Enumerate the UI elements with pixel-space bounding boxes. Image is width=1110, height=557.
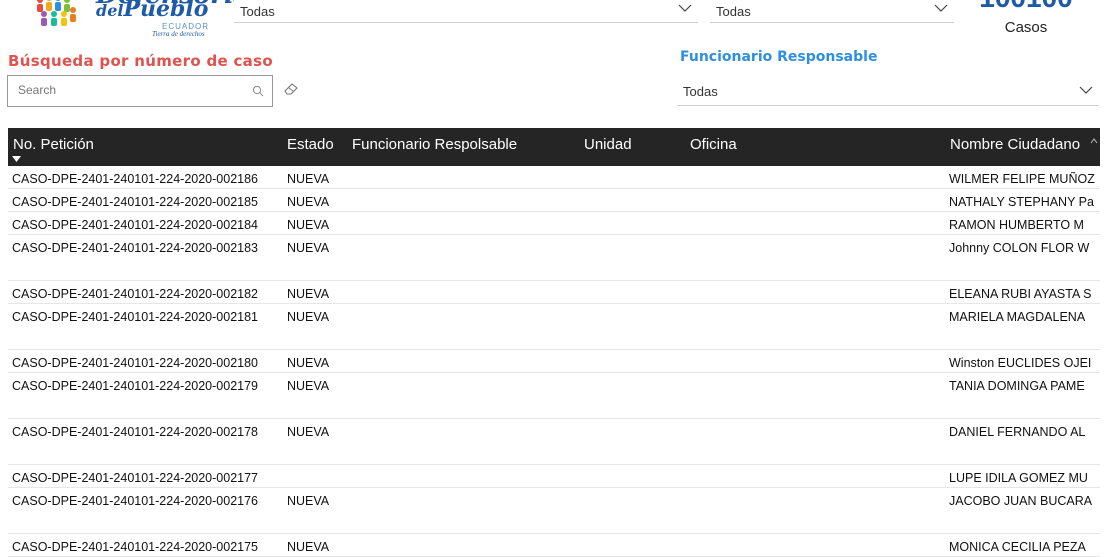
- cases-table: No. Petición Estado Funcionario Respolsa…: [8, 128, 1100, 557]
- search-input[interactable]: [16, 82, 240, 98]
- funcionario-title: Funcionario Responsable: [680, 49, 878, 65]
- chevron-down-icon: [678, 4, 692, 12]
- table-row[interactable]: CASO-DPE-2401-240101-224-2020-002184 NUEV…: [8, 212, 1100, 235]
- header-oficina[interactable]: Oficina: [690, 136, 737, 153]
- cell-estado: NUEVA: [287, 218, 330, 232]
- cell-ciudadano: ELEANA RUBI AYASTA S: [949, 287, 1092, 301]
- header-estado[interactable]: Estado: [287, 136, 334, 153]
- cell-peticion: CASO-DPE-2401-240101-224-2020-002177: [12, 471, 258, 485]
- cell-ciudadano: MONICA CECILIA PEZA: [949, 540, 1086, 554]
- case-count-label: Casos: [1004, 19, 1048, 36]
- filter-dropdown-1[interactable]: Todas: [234, 0, 698, 23]
- cell-estado: NUEVA: [287, 425, 330, 439]
- cell-ciudadano: DANIEL FERNANDO AL: [949, 425, 1086, 439]
- cell-peticion: CASO-DPE-2401-240101-224-2020-002186: [12, 172, 258, 186]
- cell-ciudadano: RAMON HUMBERTO M: [949, 218, 1084, 232]
- cell-ciudadano: Winston EUCLIDES OJEI: [949, 356, 1092, 370]
- filter-dropdown-2[interactable]: Todas: [710, 0, 954, 23]
- scroll-up-icon[interactable]: [1090, 138, 1098, 144]
- logo: Defensoría delPueblo ECUADOR Tierra de d…: [34, 0, 250, 46]
- eraser-icon[interactable]: [284, 83, 298, 95]
- table-header: No. Petición Estado Funcionario Respolsa…: [8, 128, 1100, 166]
- cell-ciudadano: LUPE IDILA GOMEZ MU: [949, 471, 1088, 485]
- cell-estado: NUEVA: [287, 356, 330, 370]
- table-row[interactable]: CASO-DPE-2401-240101-224-2020-002181 NUEV…: [8, 304, 1100, 350]
- cell-estado: NUEVA: [287, 241, 330, 255]
- filter-1-value: Todas: [240, 4, 275, 19]
- funcionario-value: Todas: [683, 84, 718, 99]
- cell-ciudadano: Johnny COLON FLOR W: [949, 241, 1090, 255]
- cell-ciudadano: JACOBO JUAN BUCARA: [949, 494, 1093, 508]
- cell-peticion: CASO-DPE-2401-240101-224-2020-002180: [12, 356, 258, 370]
- cell-estado: NUEVA: [287, 195, 330, 209]
- header-ciudadano[interactable]: Nombre Ciudadano: [950, 136, 1090, 153]
- table-row[interactable]: CASO-DPE-2401-240101-224-2020-002178 NUEV…: [8, 419, 1100, 465]
- chevron-down-icon: [934, 4, 948, 12]
- search-box[interactable]: [7, 75, 273, 107]
- table-row[interactable]: CASO-DPE-2401-240101-224-2020-002186 NUEV…: [8, 166, 1100, 189]
- cell-ciudadano: WILMER FELIPE MUÑOZ: [949, 172, 1095, 186]
- case-count-value: 100100: [976, 0, 1076, 14]
- cell-estado: NUEVA: [287, 287, 330, 301]
- cell-ciudadano: TANIA DOMINGA PAME: [949, 379, 1085, 393]
- cell-peticion: CASO-DPE-2401-240101-224-2020-002184: [12, 218, 258, 232]
- cell-peticion: CASO-DPE-2401-240101-224-2020-002178: [12, 425, 258, 439]
- cell-estado: NUEVA: [287, 540, 330, 554]
- logo-tagline: Tierra de derechos: [152, 30, 205, 38]
- cell-estado: NUEVA: [287, 379, 330, 393]
- cell-peticion: CASO-DPE-2401-240101-224-2020-002179: [12, 379, 258, 393]
- cell-peticion: CASO-DPE-2401-240101-224-2020-002175: [12, 540, 258, 554]
- sort-down-icon[interactable]: [12, 156, 21, 162]
- header-peticion[interactable]: No. Petición: [13, 136, 94, 153]
- table-row[interactable]: CASO-DPE-2401-240101-224-2020-002175 NUEV…: [8, 534, 1100, 557]
- cell-estado: NUEVA: [287, 310, 330, 324]
- cell-ciudadano: NATHALY STEPHANY Pa: [949, 195, 1094, 209]
- header-unidad[interactable]: Unidad: [584, 136, 632, 153]
- people-logo-icon: [37, 0, 76, 26]
- cell-peticion: CASO-DPE-2401-240101-224-2020-002183: [12, 241, 258, 255]
- table-row[interactable]: CASO-DPE-2401-240101-224-2020-002179 NUEV…: [8, 373, 1100, 419]
- cell-peticion: CASO-DPE-2401-240101-224-2020-002185: [12, 195, 258, 209]
- cell-peticion: CASO-DPE-2401-240101-224-2020-002182: [12, 287, 258, 301]
- cell-peticion: CASO-DPE-2401-240101-224-2020-002176: [12, 494, 258, 508]
- chevron-down-icon: [1079, 86, 1093, 94]
- cell-estado: NUEVA: [287, 172, 330, 186]
- cell-estado: NUEVA: [287, 494, 330, 508]
- search-title: Búsqueda por número de caso: [8, 52, 273, 70]
- cell-peticion: CASO-DPE-2401-240101-224-2020-002181: [12, 310, 258, 324]
- header-funcionario[interactable]: Funcionario Respolsable: [352, 136, 517, 153]
- table-row[interactable]: CASO-DPE-2401-240101-224-2020-002185 NUEV…: [8, 189, 1100, 212]
- table-row[interactable]: CASO-DPE-2401-240101-224-2020-002183 NUEV…: [8, 235, 1100, 281]
- table-row[interactable]: CASO-DPE-2401-240101-224-2020-002180 NUEV…: [8, 350, 1100, 373]
- table-row[interactable]: CASO-DPE-2401-240101-224-2020-002182 NUEV…: [8, 281, 1100, 304]
- cell-ciudadano: MARIELA MAGDALENA: [949, 310, 1086, 324]
- funcionario-dropdown[interactable]: Todas: [677, 75, 1099, 106]
- logo-subtitle: delPueblo: [96, 0, 209, 22]
- table-row[interactable]: CASO-DPE-2401-240101-224-2020-002176 NUEV…: [8, 488, 1100, 534]
- filter-2-value: Todas: [716, 4, 751, 19]
- table-row[interactable]: CASO-DPE-2401-240101-224-2020-002177 LUPE…: [8, 465, 1100, 488]
- search-icon[interactable]: [252, 85, 264, 97]
- table-body: CASO-DPE-2401-240101-224-2020-002186 NUEV…: [8, 166, 1100, 557]
